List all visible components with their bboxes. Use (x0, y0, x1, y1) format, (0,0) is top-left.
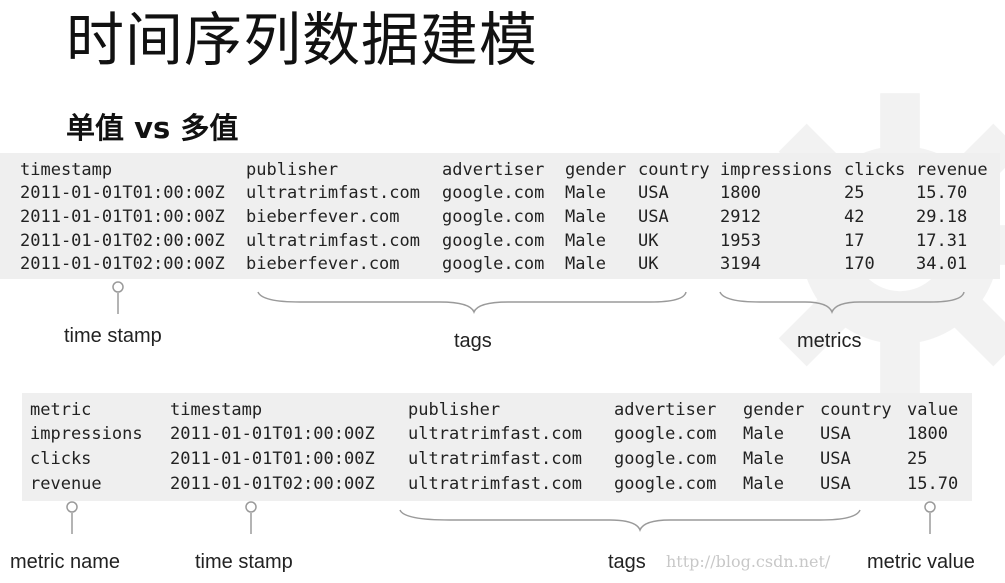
metric-name-pin-head (66, 501, 78, 513)
metric-value-label: metric value (867, 551, 975, 573)
metric-name-label: metric name (10, 551, 121, 573)
watermark: http://blog.csdn.net/ (666, 552, 831, 571)
timestamp-label: time stamp (64, 325, 162, 347)
timestamp2-pin-head (245, 501, 257, 513)
tags2-label: tags (608, 551, 646, 573)
metrics-label: metrics (797, 330, 862, 352)
metrics-brace (719, 291, 965, 315)
metric-value-pin-head (924, 501, 936, 513)
timestamp-pin-head (112, 281, 124, 293)
tags-brace (257, 291, 687, 315)
tags-label: tags (454, 330, 492, 352)
timestamp2-label: time stamp (195, 551, 293, 573)
annotation-marks (66, 281, 965, 534)
tags2-brace (399, 509, 861, 533)
